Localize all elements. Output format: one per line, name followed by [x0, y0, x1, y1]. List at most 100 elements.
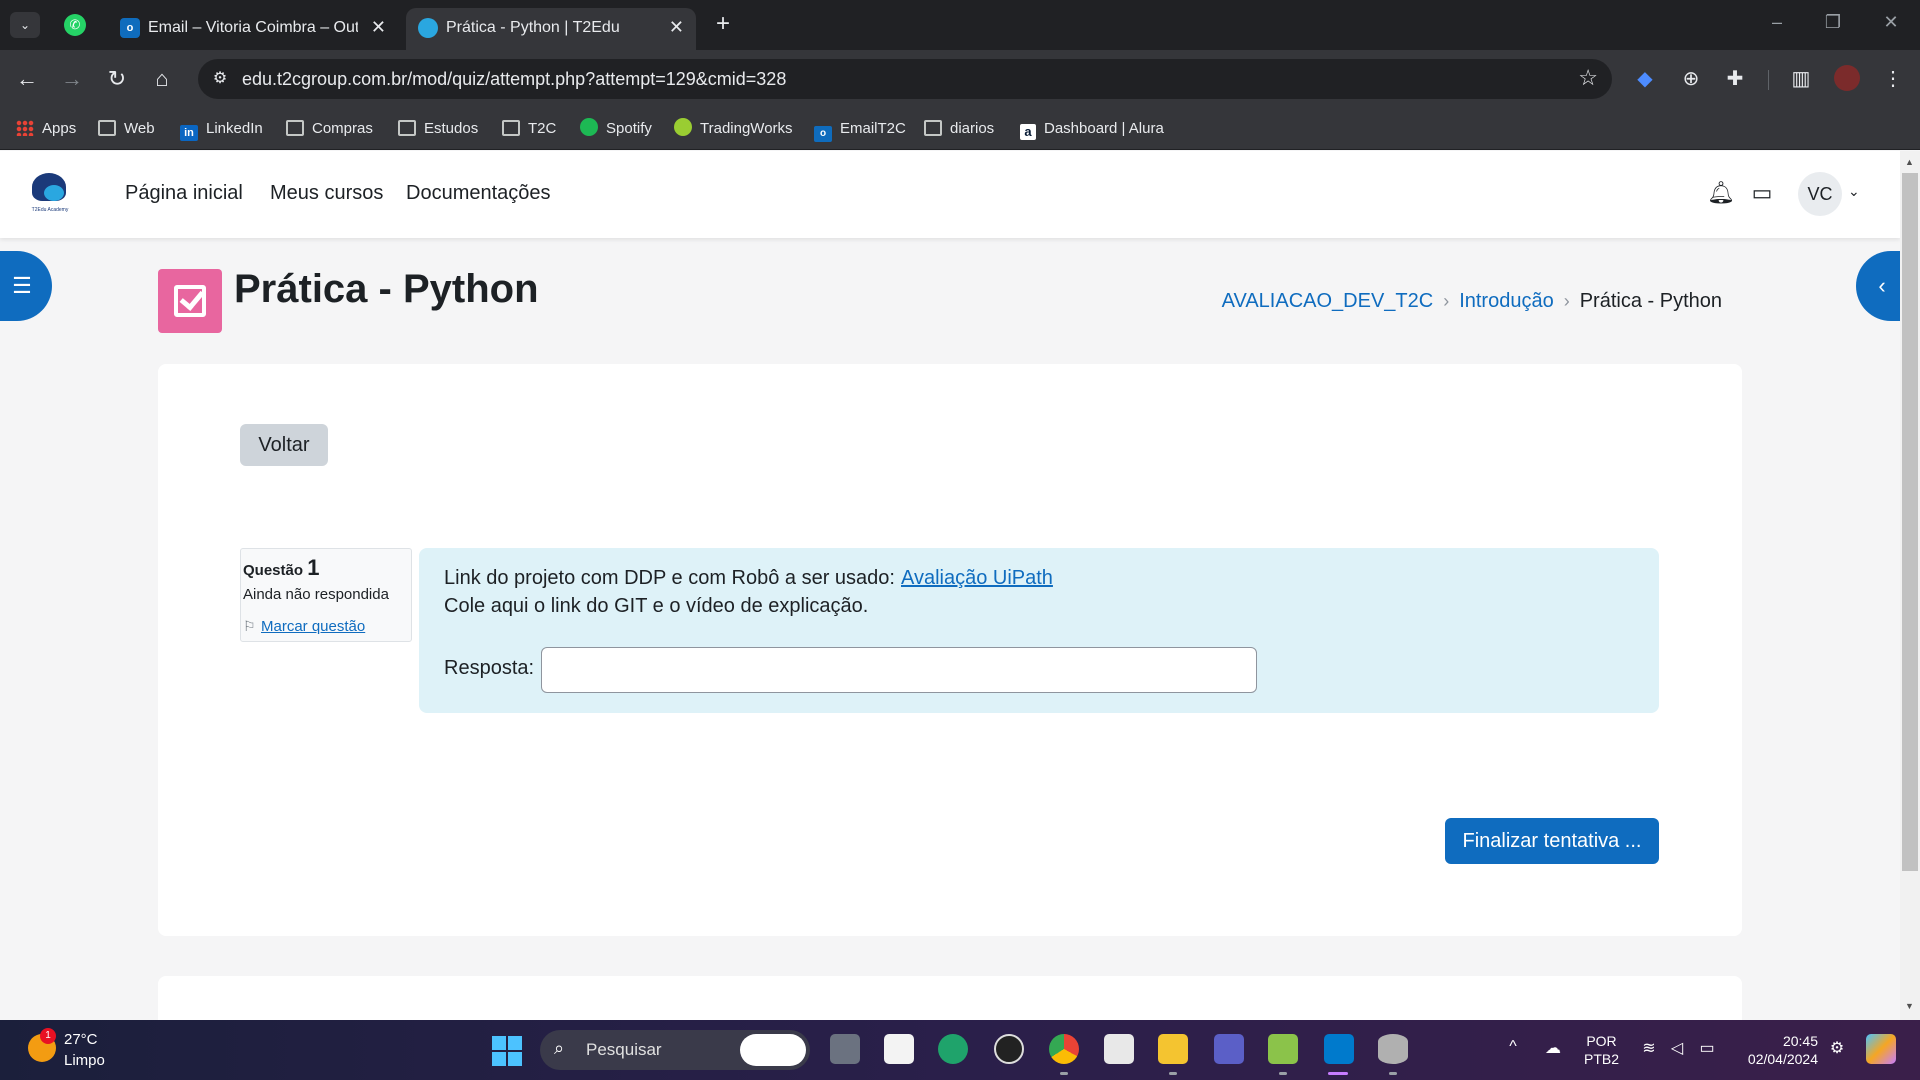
restore-icon[interactable]: ❐: [1818, 12, 1848, 33]
url-text[interactable]: edu.t2cgroup.com.br/mod/quiz/attempt.php…: [242, 69, 786, 90]
question-line-2: Cole aqui o link do GIT e o vídeo de exp…: [444, 595, 869, 617]
notepad-icon[interactable]: [1268, 1034, 1298, 1064]
language-indicator[interactable]: POR PTB2: [1584, 1032, 1619, 1068]
extension-plus-icon[interactable]: ⊕: [1678, 66, 1704, 92]
close-window-icon[interactable]: ✕: [1876, 12, 1906, 33]
chevron-right-icon: ›: [1443, 291, 1450, 311]
wifi-icon[interactable]: ≋: [1636, 1038, 1662, 1058]
folder-icon: [398, 120, 416, 136]
battery-icon[interactable]: ▭: [1694, 1038, 1720, 1058]
edge-icon[interactable]: [938, 1034, 968, 1064]
file-explorer-icon[interactable]: [1158, 1034, 1188, 1064]
start-tile: [492, 1052, 506, 1066]
tab-t2edu[interactable]: Prática - Python | T2Edu ✕: [406, 8, 696, 50]
taskbar-search[interactable]: ⌕ Pesquisar: [540, 1030, 810, 1070]
database-icon[interactable]: [1378, 1034, 1408, 1064]
page-scrollbar[interactable]: ▲ ▼: [1900, 151, 1920, 1020]
extension-icon[interactable]: ◆: [1632, 66, 1658, 92]
finish-attempt-button[interactable]: Finalizar tentativa ...: [1445, 818, 1659, 864]
flag-icon: ⚐: [243, 618, 256, 634]
bookmark-apps[interactable]: Apps: [16, 118, 76, 140]
microsoft-store-icon[interactable]: [884, 1034, 914, 1064]
page-title: Prática - Python: [234, 267, 539, 311]
bookmark-t2c[interactable]: T2C: [502, 118, 556, 140]
bookmark-star-icon[interactable]: ☆: [1578, 65, 1598, 91]
back-icon[interactable]: ←: [12, 64, 42, 94]
home-icon[interactable]: ⌂: [147, 64, 177, 94]
extensions-puzzle-icon[interactable]: ✚: [1722, 66, 1748, 92]
messages-icon[interactable]: ▭: [1749, 180, 1775, 206]
answer-input[interactable]: [541, 647, 1257, 693]
block-drawer-toggle[interactable]: ‹: [1856, 251, 1900, 321]
volume-icon[interactable]: ◁: [1664, 1038, 1690, 1058]
site-info-icon[interactable]: ⚙: [210, 69, 230, 89]
flag-question-link[interactable]: Marcar questão: [261, 618, 365, 635]
scroll-up-icon[interactable]: ▲: [1905, 157, 1914, 167]
weather-description[interactable]: Limpo: [64, 1052, 105, 1069]
breadcrumb-course[interactable]: AVALIACAO_DEV_T2C: [1222, 290, 1434, 312]
windows-start-icon[interactable]: [492, 1036, 522, 1066]
notification-settings-icon[interactable]: ⚙: [1824, 1038, 1850, 1058]
vscode-icon[interactable]: [1324, 1034, 1354, 1064]
folder-icon: [924, 120, 942, 136]
bookmark-label: TradingWorks: [700, 120, 793, 137]
start-tile: [492, 1036, 506, 1050]
bookmark-alura[interactable]: a Dashboard | Alura: [1020, 118, 1164, 140]
site-logo[interactable]: T2Edu Academy: [28, 171, 72, 217]
notification-bell-icon[interactable]: 🔔︎: [1707, 180, 1735, 206]
nav-my-courses[interactable]: Meus cursos: [270, 182, 383, 205]
breadcrumb-current: Prática - Python: [1579, 290, 1722, 312]
nav-home[interactable]: Página inicial: [125, 182, 243, 205]
forward-icon[interactable]: →: [57, 64, 87, 94]
new-tab-button[interactable]: +: [708, 10, 738, 38]
bookmark-compras[interactable]: Compras: [286, 118, 373, 140]
onedrive-icon[interactable]: ☁: [1540, 1038, 1566, 1058]
running-indicator: [1389, 1072, 1397, 1075]
answer-label: Resposta:: [444, 657, 535, 679]
system-clock[interactable]: 20:45 02/04/2024: [1736, 1032, 1818, 1068]
start-tile: [508, 1052, 522, 1066]
chevron-up-icon[interactable]: ^: [1500, 1038, 1526, 1056]
tab-whatsapp-pinned[interactable]: ✆: [60, 12, 90, 38]
running-indicator: [1060, 1072, 1068, 1075]
nav-documentation[interactable]: Documentações: [406, 182, 551, 205]
side-panel-icon[interactable]: ▥: [1788, 66, 1814, 92]
copilot-icon[interactable]: [1866, 1034, 1896, 1064]
folder-icon: [286, 120, 304, 136]
quiz-attempt-card: Voltar Questão 1 Ainda não respondida ⚐ …: [158, 364, 1742, 936]
tab-outlook[interactable]: o Email – Vitoria Coimbra – Outlo ✕: [108, 8, 398, 50]
close-tab-icon[interactable]: ✕: [371, 17, 386, 38]
address-bar[interactable]: ⚙ edu.t2cgroup.com.br/mod/quiz/attempt.p…: [198, 59, 1612, 99]
close-tab-icon[interactable]: ✕: [669, 17, 684, 38]
uipath-evaluation-link[interactable]: Avaliação UiPath: [901, 567, 1053, 589]
lang-line-2: PTB2: [1584, 1051, 1620, 1067]
chevron-down-icon[interactable]: ⌄: [1848, 183, 1860, 200]
scrollbar-thumb[interactable]: [1902, 173, 1918, 871]
bookmark-web[interactable]: Web: [98, 118, 155, 140]
bookmark-tradingworks[interactable]: TradingWorks: [674, 118, 793, 140]
task-view-icon[interactable]: [830, 1034, 860, 1064]
profile-avatar[interactable]: [1834, 65, 1860, 91]
bookmark-linkedin[interactable]: in LinkedIn: [180, 118, 263, 141]
dell-icon[interactable]: [994, 1034, 1024, 1064]
snipping-tool-icon[interactable]: [1104, 1034, 1134, 1064]
reload-icon[interactable]: ↻: [102, 64, 132, 94]
scroll-down-icon[interactable]: ▼: [1905, 1001, 1914, 1011]
user-avatar[interactable]: VC: [1798, 172, 1842, 216]
breadcrumb-section[interactable]: Introdução: [1459, 290, 1554, 312]
bookmark-spotify[interactable]: Spotify: [580, 118, 652, 140]
chrome-menu-icon[interactable]: ⋮: [1880, 66, 1906, 92]
course-index-toggle[interactable]: ☰: [0, 251, 52, 321]
bookmark-estudos[interactable]: Estudos: [398, 118, 478, 140]
tab-search-button[interactable]: ⌄: [10, 12, 40, 38]
bookmark-label: Spotify: [606, 120, 652, 137]
chrome-icon[interactable]: [1049, 1034, 1079, 1064]
minimize-icon[interactable]: –: [1762, 12, 1792, 33]
bookmark-diarios[interactable]: diarios: [924, 118, 994, 140]
teams-icon[interactable]: [1214, 1034, 1244, 1064]
bookmark-emailt2c[interactable]: o EmailT2C: [814, 118, 906, 142]
weather-temperature[interactable]: 27°C: [64, 1031, 98, 1048]
lang-line-1: POR: [1586, 1033, 1617, 1049]
back-button[interactable]: Voltar: [240, 424, 328, 466]
windows-taskbar: 1 27°C Limpo ⌕ Pesquisar ^ ☁ POR PTB2 ≋ ◁…: [0, 1020, 1920, 1080]
